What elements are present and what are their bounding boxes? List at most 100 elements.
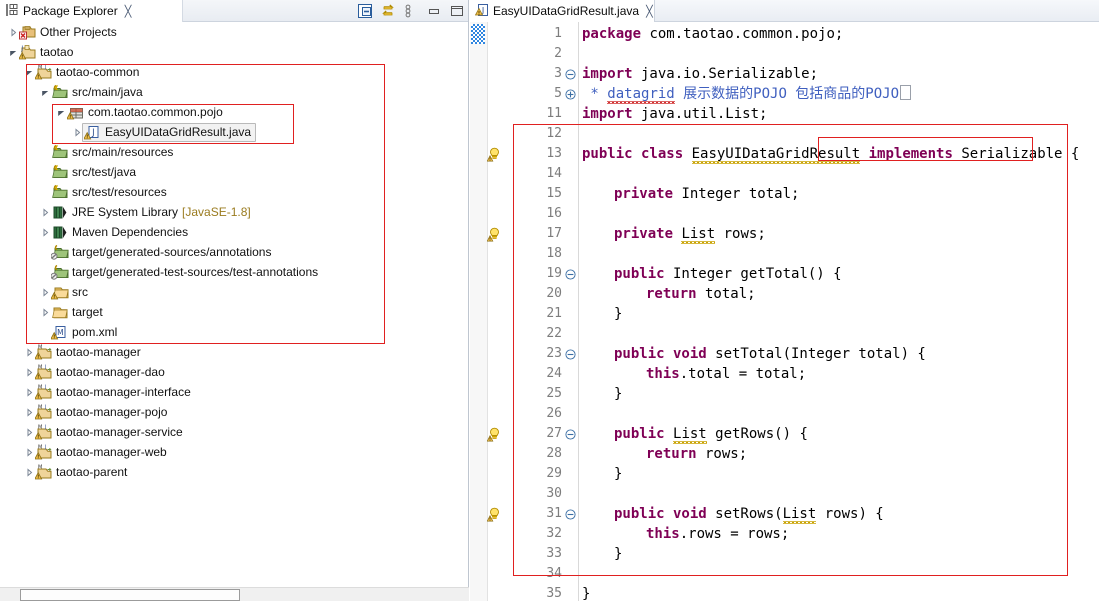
warning-marker-icon[interactable] <box>487 227 503 242</box>
code-line[interactable]: } <box>582 544 622 564</box>
tree-item-taotao-manager-dao[interactable]: MJtaotao-manager-dao <box>0 362 468 382</box>
tree-item-src-test-java[interactable]: src/test/java <box>0 162 468 182</box>
tree-item-taotao-manager[interactable]: Mtaotao-manager <box>0 342 468 362</box>
tree-item-target[interactable]: target <box>0 302 468 322</box>
chevron-right-icon[interactable] <box>24 362 35 382</box>
code-line[interactable]: this.rows = rows; <box>582 524 789 544</box>
overview-marker-column[interactable] <box>470 22 488 601</box>
code-line[interactable]: } <box>582 584 590 601</box>
tree-item-target-generated-sources-annotations[interactable]: target/generated-sources/annotations <box>0 242 468 262</box>
tree-item-pom-xml[interactable]: Mpom.xml <box>0 322 468 342</box>
code-line[interactable]: public class EasyUIDataGridResult implem… <box>582 144 1079 164</box>
code-line[interactable]: this.total = total; <box>582 364 806 384</box>
code-line[interactable]: package com.taotao.common.pojo; <box>582 24 843 44</box>
chevron-down-icon[interactable] <box>8 42 19 62</box>
chevron-right-icon[interactable] <box>24 462 35 482</box>
tree-item-target-generated-test-sources-test-annotations[interactable]: target/generated-test-sources/test-annot… <box>0 262 468 282</box>
code-line[interactable]: return total; <box>582 284 756 304</box>
tree-spacer <box>40 242 51 262</box>
chevron-right-icon[interactable] <box>40 302 51 322</box>
tree-item-jre-system-library[interactable]: JRE System Library[JavaSE-1.8] <box>0 202 468 222</box>
code-line[interactable]: public List getRows() { <box>582 424 808 444</box>
tree-item-taotao-manager-interface[interactable]: MJtaotao-manager-interface <box>0 382 468 402</box>
svg-text:M: M <box>38 445 42 451</box>
code-line[interactable]: private List rows; <box>582 224 766 244</box>
code-line[interactable]: } <box>582 304 622 324</box>
tab-easyuidatagridresult-java[interactable]: J EasyUIDataGridResult.java ╳ <box>470 0 655 22</box>
tree-item-label: taotao-manager-dao <box>56 362 165 382</box>
code-line[interactable]: public void setRows(List rows) { <box>582 504 884 524</box>
tree-spacer <box>40 182 51 202</box>
tree-item-other-projects[interactable]: Other Projects <box>0 22 468 42</box>
minimize-icon[interactable] <box>427 4 441 18</box>
source-folder-icon <box>51 184 69 200</box>
view-menu-icon[interactable] <box>404 4 418 18</box>
maven-java-project-icon: MJ <box>35 404 53 420</box>
tree-item-taotao[interactable]: Jtaotao <box>0 42 468 62</box>
tree-item-src[interactable]: src <box>0 282 468 302</box>
chevron-right-icon[interactable] <box>8 22 19 42</box>
line-number: 34 <box>510 564 562 584</box>
tree-item-taotao-parent[interactable]: Mtaotao-parent <box>0 462 468 482</box>
maven-project-icon: M <box>35 464 53 480</box>
line-number: 24 <box>510 364 562 384</box>
chevron-right-icon[interactable] <box>24 442 35 462</box>
tree-item-com-taotao-common-pojo[interactable]: com.taotao.common.pojo <box>0 102 468 122</box>
close-icon[interactable]: ╳ <box>125 5 132 18</box>
chevron-right-icon[interactable] <box>24 342 35 362</box>
fold-collapse-icon[interactable] <box>565 349 576 360</box>
java-file-icon: J <box>84 124 102 140</box>
chevron-right-icon[interactable] <box>24 402 35 422</box>
tree-spacer <box>40 262 51 282</box>
link-with-editor-icon[interactable] <box>381 4 395 18</box>
chevron-down-icon[interactable] <box>40 82 51 102</box>
tree-item-maven-dependencies[interactable]: Maven Dependencies <box>0 222 468 242</box>
fold-collapse-icon[interactable] <box>565 69 576 80</box>
code-line[interactable]: public void setTotal(Integer total) { <box>582 344 926 364</box>
code-line[interactable]: private Integer total; <box>582 184 799 204</box>
fold-collapse-icon[interactable] <box>565 509 576 520</box>
fold-expand-icon[interactable] <box>565 89 576 100</box>
code-canvas[interactable]: 1package com.taotao.common.pojo;23import… <box>470 22 1099 601</box>
warning-marker-icon[interactable] <box>487 147 503 162</box>
code-line[interactable]: return rows; <box>582 444 747 464</box>
tree-item-taotao-manager-pojo[interactable]: MJtaotao-manager-pojo <box>0 402 468 422</box>
chevron-down-icon[interactable] <box>56 102 67 122</box>
chevron-right-icon[interactable] <box>40 202 51 222</box>
chevron-down-icon[interactable] <box>24 62 35 82</box>
line-number: 3 <box>510 64 562 84</box>
explorer-horizontal-scrollbar[interactable] <box>0 587 469 601</box>
maven-java-project-icon: MJ <box>35 424 53 440</box>
package-explorer-tabbar: Package Explorer ╳ <box>0 0 468 22</box>
fold-collapse-icon[interactable] <box>565 269 576 280</box>
chevron-right-icon[interactable] <box>40 222 51 242</box>
java-file-warning-icon: J <box>475 3 489 20</box>
tree-item-taotao-manager-service[interactable]: MJtaotao-manager-service <box>0 422 468 442</box>
chevron-right-icon[interactable] <box>24 382 35 402</box>
close-icon[interactable]: ╳ <box>646 5 653 18</box>
tree-item-taotao-common[interactable]: MJtaotao-common <box>0 62 468 82</box>
svg-text:M: M <box>38 65 42 71</box>
code-line[interactable]: } <box>582 384 622 404</box>
tree-item-src-main-resources[interactable]: src/main/resources <box>0 142 468 162</box>
code-line[interactable]: public Integer getTotal() { <box>582 264 842 284</box>
warning-marker-icon[interactable] <box>487 507 503 522</box>
chevron-right-icon[interactable] <box>40 282 51 302</box>
chevron-right-icon[interactable] <box>24 422 35 442</box>
tree-item-src-main-java[interactable]: src/main/java <box>0 82 468 102</box>
code-line[interactable]: import java.io.Serializable; <box>582 64 818 84</box>
code-line[interactable]: * datagrid 展示数据的POJO 包括商品的POJO <box>582 84 911 104</box>
code-line[interactable]: } <box>582 464 622 484</box>
folded-region-indicator[interactable] <box>900 85 911 100</box>
collapse-all-icon[interactable] <box>358 4 372 18</box>
project-tree[interactable]: Other ProjectsJtaotaoMJtaotao-commonsrc/… <box>0 22 468 587</box>
maximize-icon[interactable] <box>450 4 464 18</box>
tab-package-explorer[interactable]: Package Explorer ╳ <box>0 0 183 22</box>
tree-item-easyuidatagridresult-java[interactable]: JEasyUIDataGridResult.java <box>0 122 468 142</box>
fold-collapse-icon[interactable] <box>565 429 576 440</box>
tree-item-src-test-resources[interactable]: src/test/resources <box>0 182 468 202</box>
tree-item-taotao-manager-web[interactable]: MJtaotao-manager-web <box>0 442 468 462</box>
scrollbar-thumb[interactable] <box>20 589 240 601</box>
code-line[interactable]: import java.util.List; <box>582 104 767 124</box>
warning-marker-icon[interactable] <box>487 427 503 442</box>
